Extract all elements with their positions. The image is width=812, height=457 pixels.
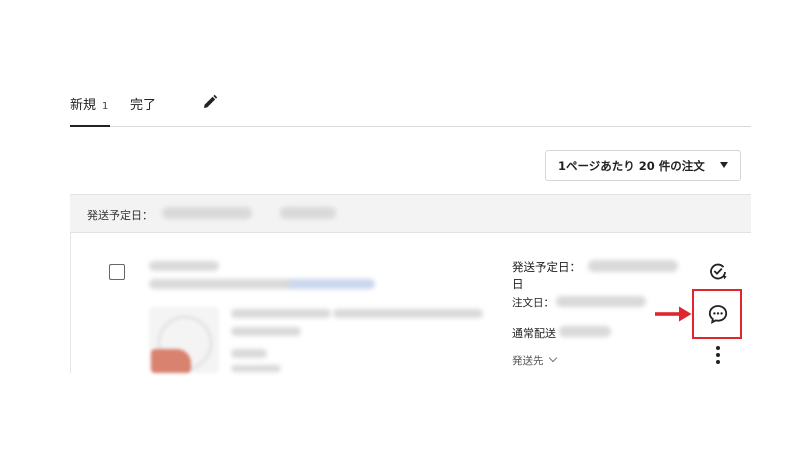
order-tabs: 新規 1 完了 xyxy=(70,86,751,127)
order-checkbox[interactable] xyxy=(109,264,125,280)
destination-label: 発送先 xyxy=(512,355,544,367)
redacted-text xyxy=(588,260,678,272)
redacted-link xyxy=(289,279,375,289)
order-ship-date-suffix: 日 xyxy=(512,277,524,291)
chat-bubble-icon[interactable] xyxy=(707,303,729,325)
order-row: 発送予定日： 日 注文日： 通常配送 発送先 xyxy=(70,233,751,373)
redacted-text xyxy=(280,207,336,219)
tab-new[interactable]: 新規 1 xyxy=(70,94,108,113)
redacted-text xyxy=(231,349,267,358)
redacted-text xyxy=(231,365,281,372)
group-ship-date-label: 発送予定日： xyxy=(87,209,153,222)
shipping-method: 通常配送 xyxy=(512,327,556,340)
redacted-text xyxy=(162,207,252,219)
tab-active-indicator xyxy=(70,125,110,127)
per-page-select[interactable]: 1ページあたり 20 件の注文 xyxy=(545,150,741,181)
per-page-label: 1ページあたり 20 件の注文 xyxy=(558,158,705,173)
redacted-text xyxy=(149,261,219,271)
product-thumbnail xyxy=(149,307,219,373)
destination-toggle[interactable]: 発送先 xyxy=(512,353,557,368)
redacted-text xyxy=(231,309,331,318)
group-header: 発送予定日： xyxy=(70,194,751,233)
order-ship-date-label: 発送予定日： xyxy=(512,260,581,274)
more-vertical-icon[interactable] xyxy=(715,344,721,366)
tab-done[interactable]: 完了 xyxy=(130,94,156,113)
redacted-text xyxy=(556,296,646,307)
tab-new-count: 1 xyxy=(102,101,109,112)
redacted-text xyxy=(559,326,611,337)
check-refresh-icon[interactable] xyxy=(708,261,728,281)
tab-new-label: 新規 xyxy=(70,98,97,113)
annotation-arrow xyxy=(655,306,692,322)
redacted-text xyxy=(333,309,483,318)
chevron-down-icon xyxy=(548,353,557,363)
redacted-text xyxy=(231,327,301,336)
pencil-icon[interactable] xyxy=(200,92,220,112)
redacted-text xyxy=(149,279,294,289)
order-date-label: 注文日： xyxy=(512,297,554,309)
tab-done-label: 完了 xyxy=(130,98,157,113)
caret-down-icon xyxy=(720,162,728,168)
